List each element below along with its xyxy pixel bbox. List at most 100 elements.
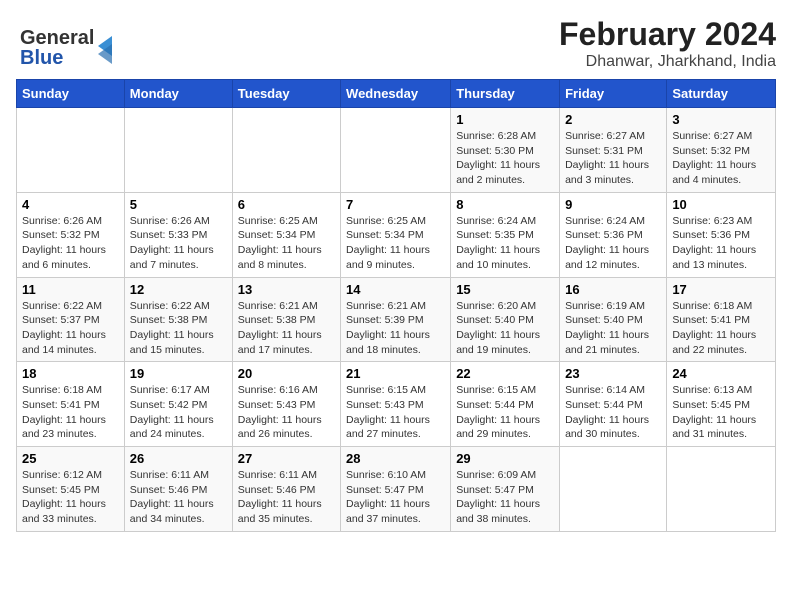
day-number: 14 [346, 282, 445, 297]
day-number: 9 [565, 197, 661, 212]
calendar-cell: 19Sunrise: 6:17 AMSunset: 5:42 PMDayligh… [124, 362, 232, 447]
calendar-cell: 25 Sunrise: 6:12 AMSunset: 5:45 PMDayligh… [17, 447, 125, 532]
day-detail: Sunrise: 6:20 AMSunset: 5:40 PMDaylight:… [456, 299, 554, 358]
calendar-cell [560, 447, 667, 532]
logo: General Blue [16, 16, 146, 71]
calendar-cell [667, 447, 776, 532]
day-detail: Sunrise: 6:23 AMSunset: 5:36 PMDaylight:… [672, 214, 770, 273]
calendar-cell: 12Sunrise: 6:22 AMSunset: 5:38 PMDayligh… [124, 277, 232, 362]
calendar-body: 1 Sunrise: 6:28 AMSunset: 5:30 PMDaylight… [17, 108, 776, 532]
calendar-cell: 3 Sunrise: 6:27 AMSunset: 5:32 PMDaylight… [667, 108, 776, 193]
week-row-4: 25 Sunrise: 6:12 AMSunset: 5:45 PMDayligh… [17, 447, 776, 532]
day-number: 2 [565, 112, 661, 127]
col-header-thursday: Thursday [451, 80, 560, 108]
day-number: 21 [346, 366, 445, 381]
calendar-cell: 26 Sunrise: 6:11 AMSunset: 5:46 PMDayligh… [124, 447, 232, 532]
day-number: 18 [22, 366, 119, 381]
calendar-cell: 5Sunrise: 6:26 AMSunset: 5:33 PMDaylight… [124, 192, 232, 277]
calendar-cell: 28 Sunrise: 6:10 AMSunset: 5:47 PMDayligh… [341, 447, 451, 532]
day-number: 13 [238, 282, 335, 297]
day-number: 1 [456, 112, 554, 127]
day-detail: Sunrise: 6:21 AMSunset: 5:39 PMDaylight:… [346, 299, 445, 358]
day-detail: Sunrise: 6:26 AMSunset: 5:33 PMDaylight:… [130, 214, 227, 273]
day-number: 4 [22, 197, 119, 212]
calendar-cell: 29Sunrise: 6:09 AMSunset: 5:47 PMDayligh… [451, 447, 560, 532]
calendar-cell: 24 Sunrise: 6:13 AMSunset: 5:45 PMDayligh… [667, 362, 776, 447]
day-number: 7 [346, 197, 445, 212]
calendar-cell: 2 Sunrise: 6:27 AMSunset: 5:31 PMDaylight… [560, 108, 667, 193]
day-detail: Sunrise: 6:25 AMSunset: 5:34 PMDaylight:… [238, 214, 335, 273]
calendar-cell: 22 Sunrise: 6:15 AMSunset: 5:44 PMDayligh… [451, 362, 560, 447]
day-detail: Sunrise: 6:16 AMSunset: 5:43 PMDaylight:… [238, 383, 335, 442]
svg-text:Blue: Blue [20, 47, 63, 69]
calendar-cell: 6Sunrise: 6:25 AMSunset: 5:34 PMDaylight… [232, 192, 340, 277]
calendar-cell: 4 Sunrise: 6:26 AMSunset: 5:32 PMDaylight… [17, 192, 125, 277]
day-number: 28 [346, 451, 445, 466]
day-detail: Sunrise: 6:24 AMSunset: 5:35 PMDaylight:… [456, 214, 554, 273]
calendar-cell [232, 108, 340, 193]
calendar-cell: 14 Sunrise: 6:21 AMSunset: 5:39 PMDayligh… [341, 277, 451, 362]
calendar-cell: 23Sunrise: 6:14 AMSunset: 5:44 PMDayligh… [560, 362, 667, 447]
calendar-table: SundayMondayTuesdayWednesdayThursdayFrid… [16, 79, 776, 532]
day-detail: Sunrise: 6:15 AMSunset: 5:44 PMDaylight:… [456, 383, 554, 442]
calendar-cell [124, 108, 232, 193]
day-detail: Sunrise: 6:25 AMSunset: 5:34 PMDaylight:… [346, 214, 445, 273]
day-detail: Sunrise: 6:19 AMSunset: 5:40 PMDaylight:… [565, 299, 661, 358]
week-row-1: 4 Sunrise: 6:26 AMSunset: 5:32 PMDaylight… [17, 192, 776, 277]
day-detail: Sunrise: 6:22 AMSunset: 5:37 PMDaylight:… [22, 299, 119, 358]
calendar-cell: 27 Sunrise: 6:11 AMSunset: 5:46 PMDayligh… [232, 447, 340, 532]
day-detail: Sunrise: 6:11 AMSunset: 5:46 PMDaylight:… [238, 468, 335, 527]
logo-svg: General Blue [16, 16, 146, 71]
calendar-cell: 10 Sunrise: 6:23 AMSunset: 5:36 PMDayligh… [667, 192, 776, 277]
day-detail: Sunrise: 6:10 AMSunset: 5:47 PMDaylight:… [346, 468, 445, 527]
day-number: 8 [456, 197, 554, 212]
calendar-cell: 1 Sunrise: 6:28 AMSunset: 5:30 PMDaylight… [451, 108, 560, 193]
col-header-saturday: Saturday [667, 80, 776, 108]
day-detail: Sunrise: 6:27 AMSunset: 5:31 PMDaylight:… [565, 129, 661, 188]
day-detail: Sunrise: 6:27 AMSunset: 5:32 PMDaylight:… [672, 129, 770, 188]
day-detail: Sunrise: 6:11 AMSunset: 5:46 PMDaylight:… [130, 468, 227, 527]
day-detail: Sunrise: 6:28 AMSunset: 5:30 PMDaylight:… [456, 129, 554, 188]
day-number: 20 [238, 366, 335, 381]
calendar-cell: 13Sunrise: 6:21 AMSunset: 5:38 PMDayligh… [232, 277, 340, 362]
day-number: 17 [672, 282, 770, 297]
day-number: 3 [672, 112, 770, 127]
day-number: 19 [130, 366, 227, 381]
day-number: 16 [565, 282, 661, 297]
calendar-cell: 20 Sunrise: 6:16 AMSunset: 5:43 PMDayligh… [232, 362, 340, 447]
col-header-friday: Friday [560, 80, 667, 108]
title-area: February 2024 Dhanwar, Jharkhand, India [559, 16, 776, 71]
day-number: 23 [565, 366, 661, 381]
col-header-sunday: Sunday [17, 80, 125, 108]
day-detail: Sunrise: 6:15 AMSunset: 5:43 PMDaylight:… [346, 383, 445, 442]
day-detail: Sunrise: 6:24 AMSunset: 5:36 PMDaylight:… [565, 214, 661, 273]
calendar-cell: 11 Sunrise: 6:22 AMSunset: 5:37 PMDayligh… [17, 277, 125, 362]
day-number: 27 [238, 451, 335, 466]
col-header-wednesday: Wednesday [341, 80, 451, 108]
calendar-cell: 15 Sunrise: 6:20 AMSunset: 5:40 PMDayligh… [451, 277, 560, 362]
day-number: 11 [22, 282, 119, 297]
week-row-2: 11 Sunrise: 6:22 AMSunset: 5:37 PMDayligh… [17, 277, 776, 362]
day-number: 15 [456, 282, 554, 297]
header: General Blue February 2024 Dhanwar, Jhar… [16, 16, 776, 71]
day-number: 26 [130, 451, 227, 466]
day-number: 10 [672, 197, 770, 212]
day-number: 24 [672, 366, 770, 381]
day-detail: Sunrise: 6:22 AMSunset: 5:38 PMDaylight:… [130, 299, 227, 358]
day-number: 25 [22, 451, 119, 466]
calendar-cell: 17 Sunrise: 6:18 AMSunset: 5:41 PMDayligh… [667, 277, 776, 362]
day-number: 22 [456, 366, 554, 381]
calendar-cell [341, 108, 451, 193]
week-row-3: 18 Sunrise: 6:18 AMSunset: 5:41 PMDayligh… [17, 362, 776, 447]
svg-text:General: General [20, 27, 94, 49]
calendar-cell: 8 Sunrise: 6:24 AMSunset: 5:35 PMDaylight… [451, 192, 560, 277]
day-detail: Sunrise: 6:26 AMSunset: 5:32 PMDaylight:… [22, 214, 119, 273]
col-header-tuesday: Tuesday [232, 80, 340, 108]
day-detail: Sunrise: 6:12 AMSunset: 5:45 PMDaylight:… [22, 468, 119, 527]
calendar-cell: 9 Sunrise: 6:24 AMSunset: 5:36 PMDaylight… [560, 192, 667, 277]
day-detail: Sunrise: 6:09 AMSunset: 5:47 PMDaylight:… [456, 468, 554, 527]
day-detail: Sunrise: 6:18 AMSunset: 5:41 PMDaylight:… [672, 299, 770, 358]
calendar-cell: 21 Sunrise: 6:15 AMSunset: 5:43 PMDayligh… [341, 362, 451, 447]
day-detail: Sunrise: 6:18 AMSunset: 5:41 PMDaylight:… [22, 383, 119, 442]
day-detail: Sunrise: 6:13 AMSunset: 5:45 PMDaylight:… [672, 383, 770, 442]
